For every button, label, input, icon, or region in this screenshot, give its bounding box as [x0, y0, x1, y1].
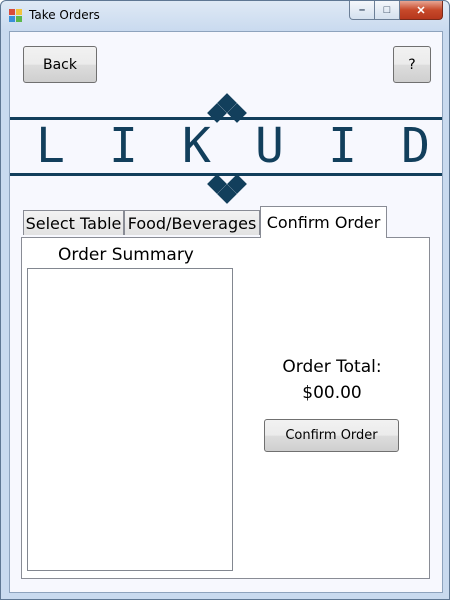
logo-letter: D [401, 118, 430, 174]
caption-buttons: – □ ✕ [349, 1, 443, 20]
app-window-icon [9, 9, 23, 23]
close-button[interactable]: ✕ [400, 1, 443, 20]
logo-wordmark: L I K U I D [10, 120, 442, 172]
order-total-value: $00.00 [302, 383, 362, 403]
maximize-icon: □ [383, 4, 391, 16]
tab-confirm-order[interactable]: Confirm Order [260, 206, 387, 238]
logo-letter: L [36, 118, 65, 174]
minimize-button[interactable]: – [349, 1, 375, 20]
order-total-label: Order Total: [282, 357, 382, 377]
logo-rule-bottom [10, 173, 442, 176]
logo-letter: I [328, 118, 357, 174]
order-summary-list[interactable] [27, 268, 233, 571]
tab-select-table[interactable]: Select Table [23, 210, 124, 235]
help-button[interactable]: ? [393, 46, 431, 83]
title-bar[interactable]: Take Orders – □ ✕ [1, 1, 449, 31]
client-area: Back ? L I K U I D Select Table Food/Bev… [9, 31, 443, 593]
confirm-order-button[interactable]: Confirm Order [264, 419, 399, 452]
tab-food-beverages[interactable]: Food/Beverages [124, 210, 260, 235]
take-orders-window: Take Orders – □ ✕ Back ? L I K U I D Sel… [0, 0, 450, 600]
minimize-icon: – [358, 4, 366, 16]
window-title: Take Orders [29, 8, 100, 22]
logo-letter: I [109, 118, 138, 174]
close-icon: ✕ [416, 4, 426, 17]
maximize-button[interactable]: □ [375, 1, 400, 20]
logo-letter: U [255, 118, 284, 174]
order-summary-label: Order Summary [58, 245, 194, 265]
back-button[interactable]: Back [23, 46, 97, 83]
logo-letter: K [182, 118, 211, 174]
